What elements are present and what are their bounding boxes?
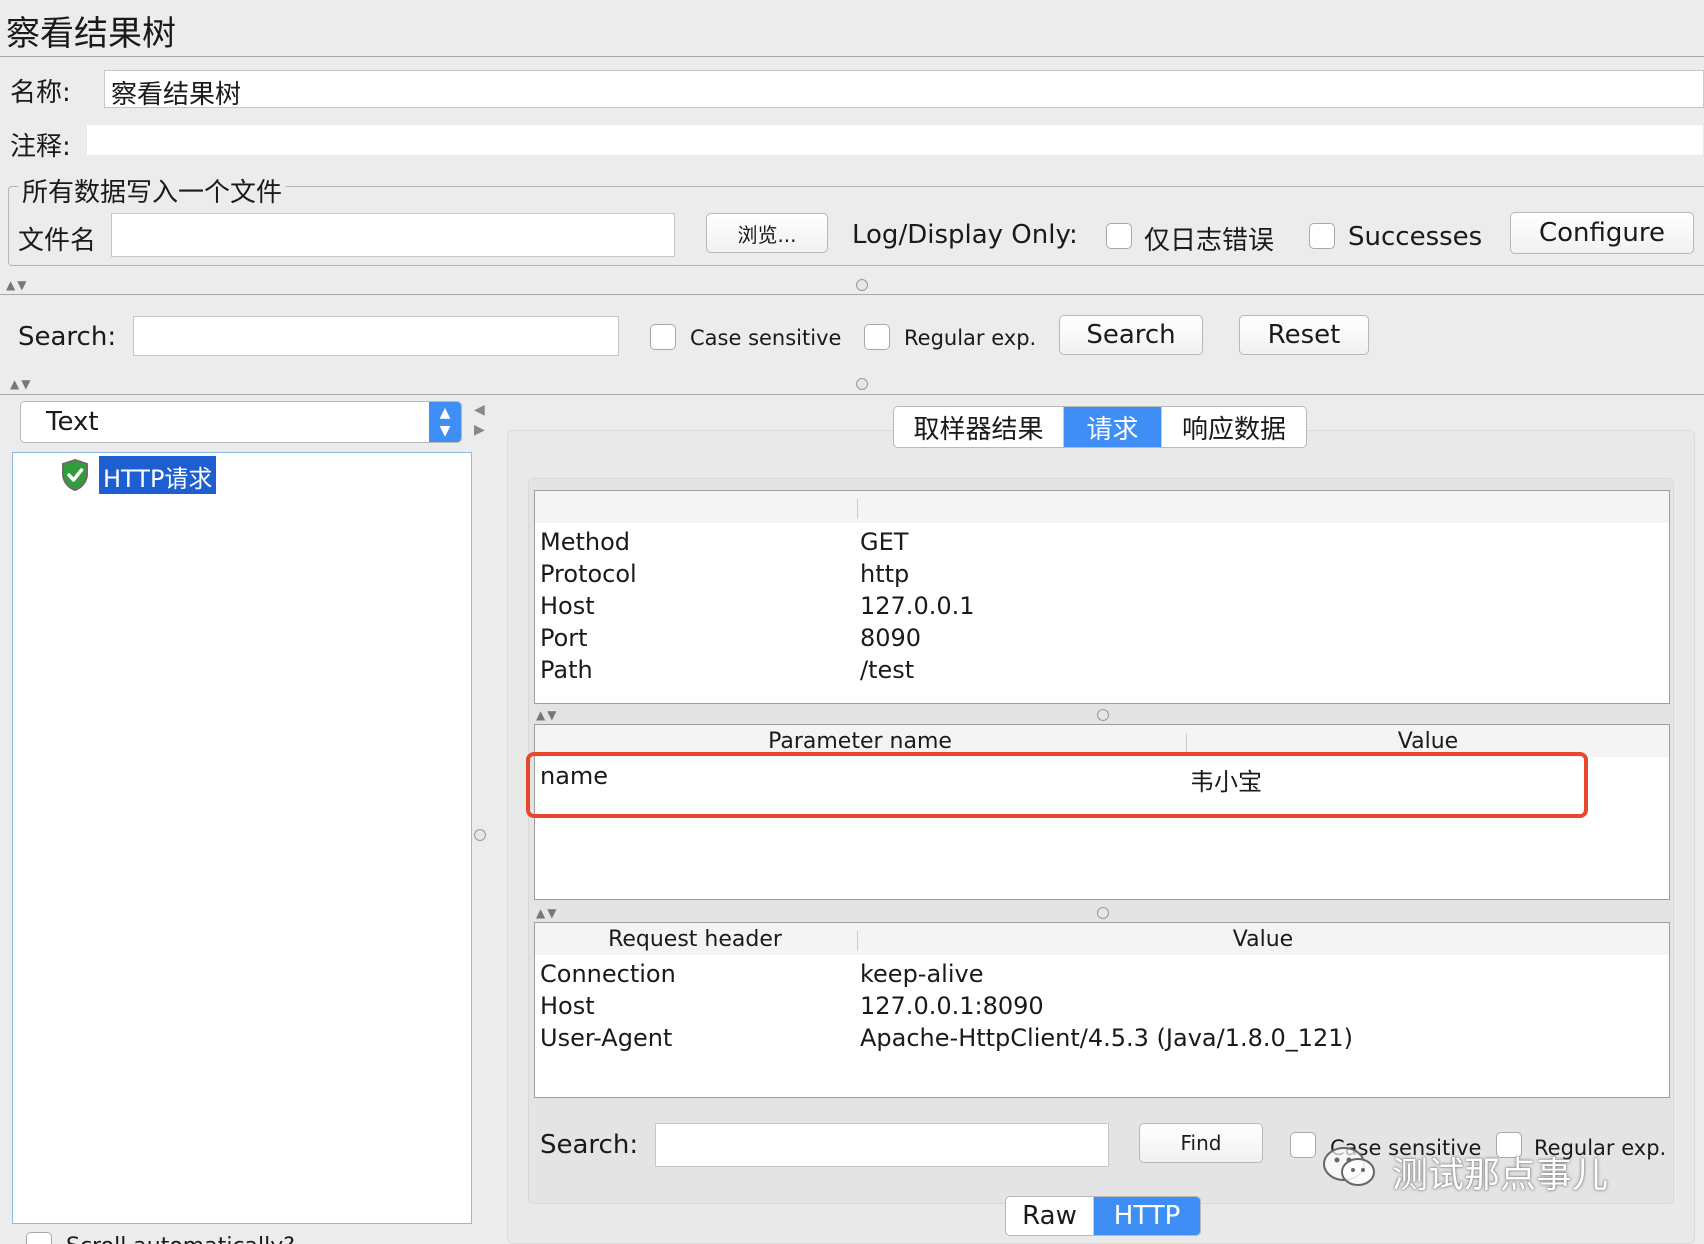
watermark-text: 测试那点事儿 xyxy=(1392,1155,1609,1196)
header-connection-value: keep-alive xyxy=(860,960,984,988)
errors-checkbox[interactable] xyxy=(1106,223,1132,249)
regex-label: Regular exp. xyxy=(904,326,1037,350)
request-host-value: 127.0.0.1 xyxy=(860,592,975,620)
splitter-handle[interactable] xyxy=(1097,709,1109,721)
request-method-value: GET xyxy=(860,528,909,556)
tree-item-http-request[interactable]: HTTP请求 xyxy=(99,456,217,494)
divider xyxy=(0,394,1704,395)
request-protocol-key: Protocol xyxy=(540,560,637,588)
search-label: Search: xyxy=(18,322,117,352)
comment-label: 注释: xyxy=(10,132,71,162)
param-name-header: Parameter name xyxy=(768,729,952,754)
result-tabs: 取样器结果 请求 响应数据 xyxy=(893,406,1307,448)
success-shield-icon xyxy=(60,458,90,492)
scroll-auto-label: Scroll automatically? xyxy=(66,1232,295,1244)
tab-response-data[interactable]: 响应数据 xyxy=(1162,407,1306,447)
request-port-value: 8090 xyxy=(860,624,922,652)
splitter-handle[interactable] xyxy=(474,829,486,841)
bottom-case-sensitive-checkbox[interactable] xyxy=(1290,1132,1316,1158)
request-path-value: /test xyxy=(860,656,915,684)
result-tree xyxy=(12,452,472,1224)
tab-raw[interactable]: Raw xyxy=(1006,1197,1094,1235)
header-connection-key: Connection xyxy=(540,960,676,988)
splitter-handle[interactable] xyxy=(856,378,868,390)
successes-checkbox[interactable] xyxy=(1309,223,1335,249)
header-user-agent-value: Apache-HttpClient/4.5.3 (Java/1.8.0_121) xyxy=(860,1024,1353,1052)
param-value-header: Value xyxy=(1397,729,1459,754)
bottom-search-label: Search: xyxy=(540,1130,639,1160)
tab-http[interactable]: HTTP xyxy=(1094,1197,1200,1235)
table-header xyxy=(535,491,1669,523)
name-input[interactable]: 察看结果树 xyxy=(104,70,1704,110)
header-name-header: Request header xyxy=(608,927,782,952)
request-info-table xyxy=(534,490,1670,704)
splitter-arrows[interactable]: ▲▼ xyxy=(536,708,558,722)
file-group-legend: 所有数据写入一个文件 xyxy=(18,172,287,209)
splitter-arrows[interactable]: ◀ ▶ xyxy=(474,400,485,440)
divider xyxy=(0,294,1704,295)
tab-request[interactable]: 请求 xyxy=(1064,407,1162,447)
bottom-search-input[interactable] xyxy=(655,1123,1109,1167)
request-port-key: Port xyxy=(540,624,588,652)
splitter-arrows[interactable]: ▲▼ xyxy=(10,377,32,391)
highlight-box xyxy=(526,752,1588,818)
request-host-key: Host xyxy=(540,592,595,620)
tab-sampler-result[interactable]: 取样器结果 xyxy=(894,407,1064,447)
regex-checkbox[interactable] xyxy=(864,324,890,350)
request-path-key: Path xyxy=(540,656,593,684)
case-sensitive-checkbox[interactable] xyxy=(650,324,676,350)
view-tabs: Raw HTTP xyxy=(1005,1196,1201,1236)
name-label: 名称: xyxy=(10,78,71,108)
splitter-arrows[interactable]: ▲▼ xyxy=(536,906,558,920)
header-user-agent-key: User-Agent xyxy=(540,1024,673,1052)
filename-input[interactable] xyxy=(111,213,675,257)
configure-button[interactable]: Configure xyxy=(1510,212,1694,254)
splitter-handle[interactable] xyxy=(856,279,868,291)
chevron-updown-icon: ▲ ▼ xyxy=(429,402,461,442)
log-display-label: Log/Display Only: xyxy=(852,220,1078,250)
divider xyxy=(0,56,1704,57)
page-title: 察看结果树 xyxy=(6,14,176,54)
search-input[interactable] xyxy=(133,316,619,356)
renderer-selected: Text xyxy=(46,407,99,437)
header-host-value: 127.0.0.1:8090 xyxy=(860,992,1044,1020)
scroll-auto-checkbox[interactable] xyxy=(26,1232,52,1244)
successes-label: Successes xyxy=(1348,222,1483,252)
search-button[interactable]: Search xyxy=(1059,315,1203,355)
header-value-header: Value xyxy=(1232,927,1294,952)
splitter-handle[interactable] xyxy=(1097,907,1109,919)
reset-button[interactable]: Reset xyxy=(1239,315,1369,355)
browse-button[interactable]: 浏览... xyxy=(706,213,828,253)
errors-label: 仅日志错误 xyxy=(1144,226,1275,256)
comment-input[interactable] xyxy=(86,124,1704,156)
column-divider xyxy=(857,499,858,519)
request-protocol-value: http xyxy=(860,560,910,588)
filename-label: 文件名 xyxy=(18,226,97,256)
request-method-key: Method xyxy=(540,528,631,556)
case-sensitive-label: Case sensitive xyxy=(690,326,842,350)
find-button[interactable]: Find xyxy=(1139,1123,1263,1163)
wechat-icon xyxy=(1320,1142,1380,1192)
renderer-select[interactable]: Text ▲ ▼ xyxy=(20,401,462,443)
header-host-key: Host xyxy=(540,992,595,1020)
splitter-arrows[interactable]: ▲▼ xyxy=(6,278,28,292)
